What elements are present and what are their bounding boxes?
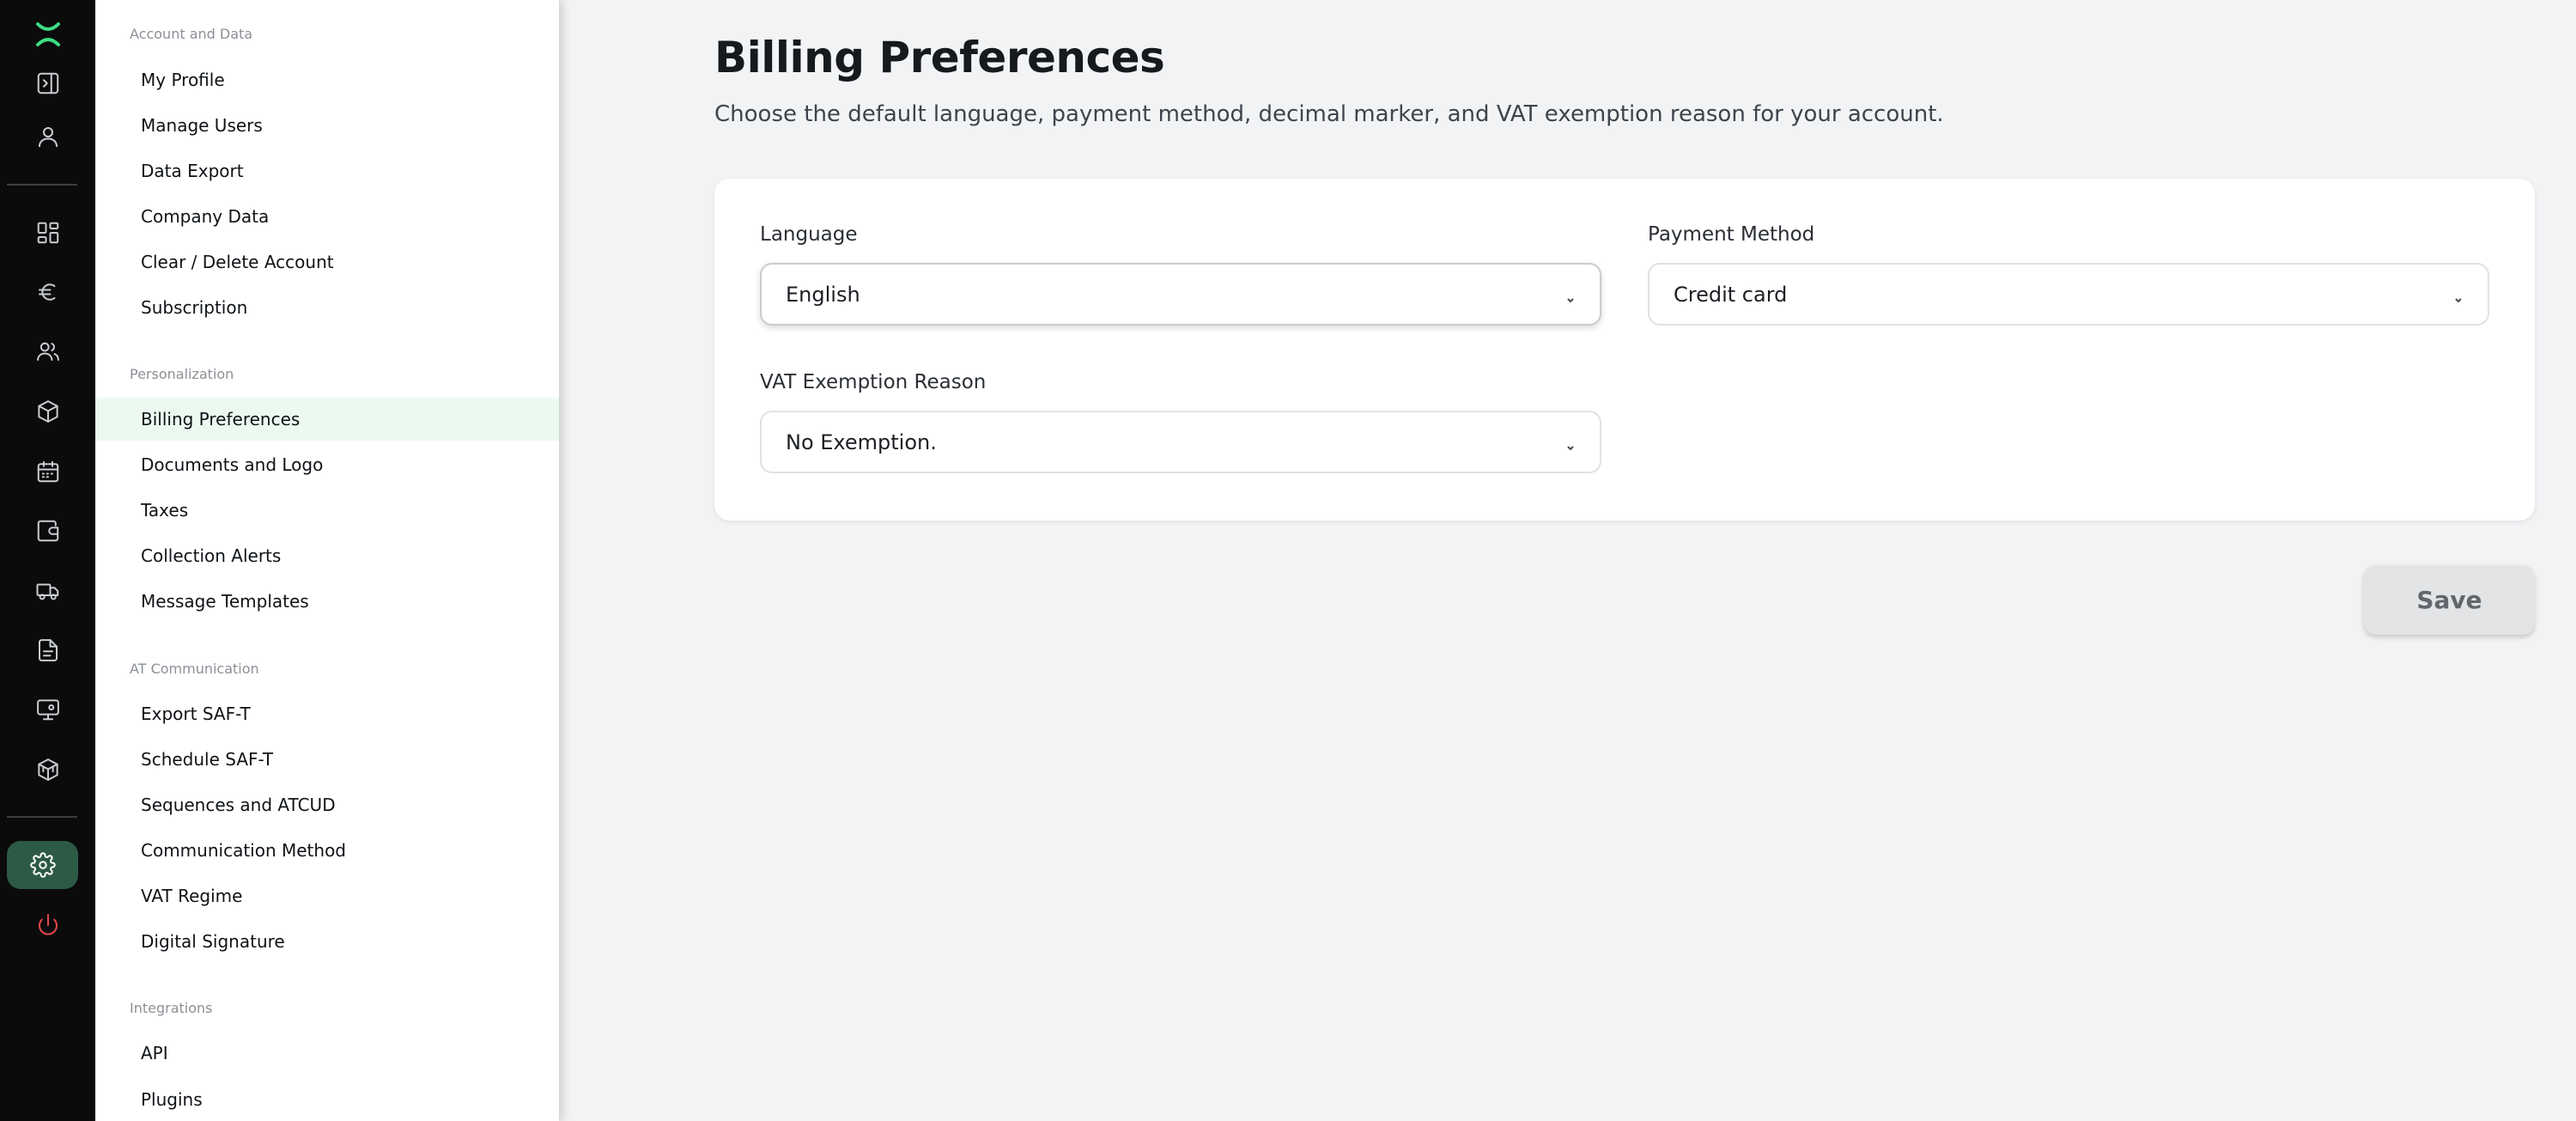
calendar-icon[interactable] — [0, 448, 95, 496]
payment-method-select[interactable]: Credit card — [1648, 263, 2489, 326]
customers-icon[interactable] — [0, 327, 95, 375]
sidebar-item-collection-alerts[interactable]: Collection Alerts — [95, 534, 559, 577]
icon-rail — [0, 0, 95, 1121]
monitor-icon[interactable] — [0, 685, 95, 734]
save-button[interactable]: Save — [2364, 565, 2535, 635]
sidebar-item-documents-and-logo[interactable]: Documents and Logo — [95, 443, 559, 486]
page-subtitle: Choose the default language, payment met… — [714, 101, 1944, 127]
rail-divider — [7, 816, 77, 818]
sidebar-item-message-templates[interactable]: Message Templates — [95, 580, 559, 623]
power-icon[interactable] — [0, 901, 95, 949]
settings-icon[interactable] — [7, 841, 78, 889]
boxes-icon[interactable] — [0, 746, 95, 794]
wallet-icon[interactable] — [0, 507, 95, 555]
euro-icon[interactable] — [0, 268, 95, 316]
chevron-down-icon — [2451, 288, 2465, 302]
payment-method-label: Payment Method — [1648, 223, 1815, 246]
sidebar-item-subscription[interactable]: Subscription — [95, 286, 559, 329]
language-select-value: English — [786, 282, 860, 307]
sidebar-item-taxes[interactable]: Taxes — [95, 489, 559, 532]
sidebar-item-billing-preferences[interactable]: Billing Preferences — [95, 398, 559, 441]
sidebar-item-schedule-saf-t[interactable]: Schedule SAF-T — [95, 738, 559, 781]
app-logo-icon[interactable] — [0, 10, 95, 58]
sidebar-item-export-saf-t[interactable]: Export SAF-T — [95, 692, 559, 735]
settings-sidebar: Account and Data My Profile Manage Users… — [95, 0, 559, 1121]
user-profile-icon[interactable] — [0, 113, 95, 161]
document-icon[interactable] — [0, 626, 95, 674]
billing-preferences-card: Language English Payment Method Credit c… — [714, 179, 2535, 521]
sidebar-item-communication-method[interactable]: Communication Method — [95, 829, 559, 872]
section-title-account-and-data: Account and Data — [130, 26, 253, 42]
payment-method-select-value: Credit card — [1674, 282, 1788, 307]
page-title: Billing Preferences — [714, 33, 1165, 82]
vat-exemption-reason-label: VAT Exemption Reason — [760, 371, 987, 393]
sidebar-item-my-profile[interactable]: My Profile — [95, 58, 559, 101]
box-icon[interactable] — [0, 387, 95, 436]
sidebar-item-plugins[interactable]: Plugins — [95, 1078, 559, 1121]
section-title-at-communication: AT Communication — [130, 661, 259, 677]
chevron-down-icon — [1564, 436, 1577, 450]
sidebar-item-company-data[interactable]: Company Data — [95, 195, 559, 238]
section-title-integrations: Integrations — [130, 1000, 213, 1016]
language-select[interactable]: English — [760, 263, 1601, 326]
sidebar-item-api[interactable]: API — [95, 1032, 559, 1075]
vat-exemption-reason-select-value: No Exemption. — [786, 430, 937, 454]
sidebar-item-manage-users[interactable]: Manage Users — [95, 104, 559, 147]
sidebar-item-clear-delete-account[interactable]: Clear / Delete Account — [95, 241, 559, 283]
vat-exemption-reason-select[interactable]: No Exemption. — [760, 411, 1601, 473]
section-title-personalization: Personalization — [130, 366, 234, 382]
sidebar-item-data-export[interactable]: Data Export — [95, 149, 559, 192]
language-label: Language — [760, 223, 858, 246]
chevron-down-icon — [1564, 288, 1577, 302]
dashboard-icon[interactable] — [0, 209, 95, 257]
rail-divider — [7, 184, 77, 186]
sidebar-item-sequences-and-atcud[interactable]: Sequences and ATCUD — [95, 783, 559, 826]
sidebar-toggle-icon[interactable] — [0, 59, 95, 107]
sidebar-item-vat-regime[interactable]: VAT Regime — [95, 874, 559, 917]
sidebar-item-digital-signature[interactable]: Digital Signature — [95, 920, 559, 963]
truck-icon[interactable] — [0, 567, 95, 615]
